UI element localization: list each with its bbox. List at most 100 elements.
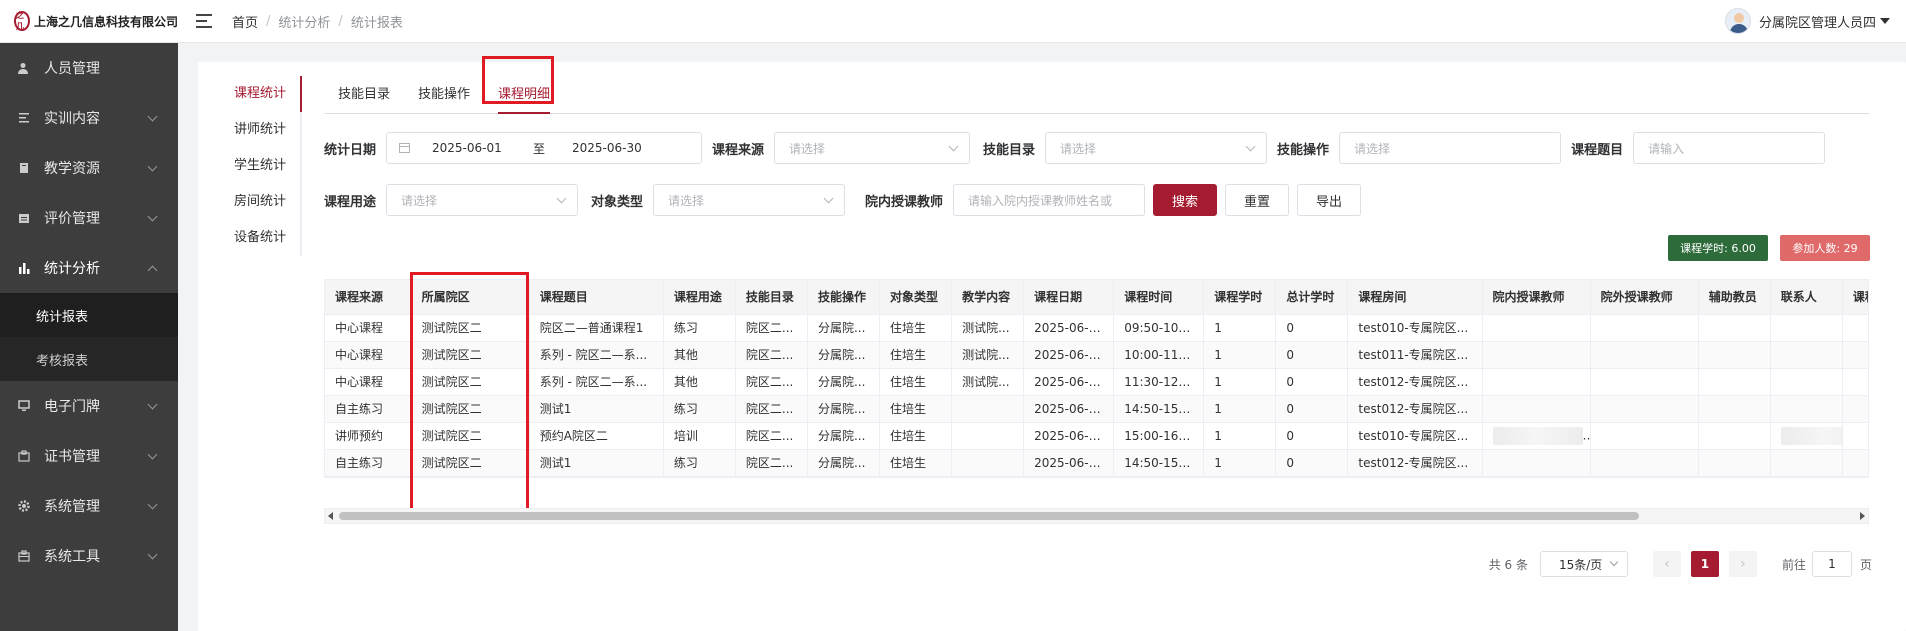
sidebar-item-statistics[interactable]: 统计分析 <box>0 243 178 293</box>
sidebar-item-evaluation[interactable]: 评价管理 <box>0 193 178 243</box>
table-cell <box>1842 422 1868 450</box>
table-row[interactable]: 中心课程 测试院区二 系列 - 院区二—系... 其他 院区二... 分属院... 住培生测… <box>325 368 1868 396</box>
menu-toggle-icon[interactable] <box>196 14 212 28</box>
chevron-down-icon <box>1245 141 1256 152</box>
table-cell <box>951 422 1025 450</box>
hours-badge: 课程学时: 6.00 <box>1668 235 1768 261</box>
topic-label: 课程题目 <box>1571 142 1624 158</box>
chevron-down-icon <box>147 449 158 460</box>
sidebar-item-doorplate[interactable]: 电子门牌 <box>0 381 178 431</box>
table-cell: 预约A院区二 <box>529 422 664 450</box>
sidebar-item-people[interactable]: 人员管理 <box>0 43 178 93</box>
reset-button[interactable]: 重置 <box>1225 184 1290 216</box>
table-cell <box>1482 449 1591 477</box>
page-size-select[interactable]: 15条/页 <box>1539 551 1628 577</box>
page-number[interactable]: 1 <box>1690 551 1719 577</box>
export-button[interactable]: 导出 <box>1297 184 1362 216</box>
submenu-item-assessment[interactable]: 考核报表 <box>0 337 178 381</box>
column-header: 课程来源 <box>325 280 412 315</box>
tab-course-detail[interactable]: 课程明细 <box>484 76 564 114</box>
usage-label: 课程用途 <box>324 194 377 210</box>
avatar[interactable] <box>1724 8 1751 34</box>
chevron-down-icon <box>147 111 158 122</box>
table-cell: 测试院区二 <box>411 422 530 450</box>
target-select[interactable]: 请选择 <box>653 184 846 216</box>
table-row[interactable]: 自主练习 测试院区二 测试1 练习 院区二... 分属院... 住培生 2025-06-06 1… <box>325 449 1868 477</box>
tab-skill-operation[interactable]: 技能操作 <box>404 76 484 113</box>
company-logo[interactable]: 之几 上海之几信息科技有限公司 <box>0 11 178 31</box>
source-select[interactable]: 请选择 <box>774 132 971 164</box>
search-button[interactable]: 搜索 <box>1153 184 1218 216</box>
leftnav-item-device[interactable]: 设备统计 <box>198 220 300 256</box>
date-end[interactable]: 2025-06-30 <box>572 141 642 155</box>
leftnav-item-room[interactable]: 房间统计 <box>198 184 300 220</box>
table-cell: test012-专属院区... <box>1347 449 1483 477</box>
table-cell: 0 <box>1275 395 1349 423</box>
table-cell: 院区二... <box>735 395 808 423</box>
breadcrumb-home[interactable]: 首页 <box>232 12 258 31</box>
next-page-button[interactable]: › <box>1728 551 1757 577</box>
table-row[interactable]: 讲师预约 测试院区二 预约A院区二 培训 院区二... 分属院... 住培生 2025-06-… <box>325 422 1868 450</box>
date-start[interactable]: 2025-06-01 <box>432 141 518 155</box>
table-cell: 2025-06-05 <box>1023 314 1115 342</box>
column-header: 课程学时 <box>1203 280 1277 315</box>
scroll-right-icon[interactable] <box>1860 512 1865 520</box>
table-row[interactable]: 自主练习 测试院区二 测试1 练习 院区二... 分属院... 住培生 2025-06-05 1… <box>325 395 1868 423</box>
caret-down-icon[interactable] <box>1880 18 1890 24</box>
table-cell <box>1590 314 1699 342</box>
table-cell: 1 <box>1203 368 1277 396</box>
column-header: 总计学时 <box>1275 280 1349 315</box>
table-cell: 练习 <box>663 314 736 342</box>
clipboard-icon <box>18 212 30 224</box>
scroll-thumb[interactable] <box>339 512 1639 520</box>
usage-select[interactable]: 请选择 <box>386 184 579 216</box>
sidebar-item-tools[interactable]: 系统工具 <box>0 531 178 581</box>
main-card: 课程统计 讲师统计 学生统计 房间统计 设备统计 技能目录 技能操作 课程明细 … <box>198 56 1906 631</box>
table-row[interactable]: 中心课程 测试院区二 院区二—普通课程1 练习 院区二... 分属院... 住培生 测试院..… <box>325 314 1868 342</box>
sidebar-item-resources[interactable]: 教学资源 <box>0 143 178 193</box>
table-cell <box>1842 449 1868 477</box>
leftnav-item-course[interactable]: 课程统计 <box>198 76 302 112</box>
logo-mark-icon: 之几 <box>14 11 30 31</box>
toolbox-icon <box>18 550 30 562</box>
table-cell: 住培生 <box>879 395 953 423</box>
prev-page-button[interactable]: ‹ <box>1652 551 1681 577</box>
user-name[interactable]: 分属院区管理人员四 <box>1759 12 1876 31</box>
leftnav-item-teacher[interactable]: 讲师统计 <box>198 112 300 148</box>
teacher-input[interactable]: 请输入院内授课教师姓名或 <box>953 184 1146 216</box>
column-header: 课程房间 <box>1347 280 1483 315</box>
column-header: 课程 <box>1842 280 1868 315</box>
table-cell: 2025-06-06 <box>1023 449 1115 477</box>
sidebar-item-certificate[interactable]: 证书管理 <box>0 431 178 481</box>
horizontal-scrollbar[interactable] <box>324 508 1869 524</box>
date-range-picker[interactable]: 2025-06-01 至 2025-06-30 <box>386 132 703 164</box>
table-cell: 测试院区二 <box>411 341 530 369</box>
column-header: 课程日期 <box>1023 280 1115 315</box>
teacher-placeholder: 请输入院内授课教师姓名或 <box>968 193 1113 208</box>
table-cell: 14:50-15:50 <box>1113 395 1205 423</box>
table-cell: 11:30-12:30 <box>1113 368 1205 396</box>
catalog-select[interactable]: 请选择 <box>1045 132 1268 164</box>
scroll-left-icon[interactable] <box>328 512 333 520</box>
table-cell <box>1770 341 1843 369</box>
sidebar-item-system[interactable]: 系统管理 <box>0 481 178 531</box>
tab-skill-catalog[interactable]: 技能目录 <box>324 76 404 113</box>
table-cell: 测试1 <box>529 395 664 423</box>
table-cell: 2025-06-05 <box>1023 368 1115 396</box>
sidebar-item-training[interactable]: 实训内容 <box>0 93 178 143</box>
breadcrumb: 首页 / 统计分析 / 统计报表 <box>232 12 403 31</box>
goto-page-input[interactable]: 1 <box>1811 551 1852 577</box>
leftnav-item-student[interactable]: 学生统计 <box>198 148 300 184</box>
table-cell <box>1482 422 1591 450</box>
user-menu[interactable]: 分属院区管理人员四 <box>1724 8 1890 34</box>
sidebar-item-label: 教学资源 <box>44 161 100 177</box>
operation-select[interactable]: 请选择 <box>1339 132 1562 164</box>
breadcrumb-statistics[interactable]: 统计分析 <box>278 12 330 31</box>
certificate-icon <box>18 450 30 462</box>
chevron-down-icon <box>948 141 959 152</box>
topic-input[interactable]: 请输入 <box>1633 132 1826 164</box>
submenu-item-report[interactable]: 统计报表 <box>0 293 178 337</box>
table-row[interactable]: 中心课程 测试院区二 系列 - 院区二—系... 其他 院区二... 分属院... 住培生测… <box>325 341 1868 369</box>
page-suffix: 页 <box>1859 557 1872 572</box>
table-cell: 住培生 <box>879 449 953 477</box>
